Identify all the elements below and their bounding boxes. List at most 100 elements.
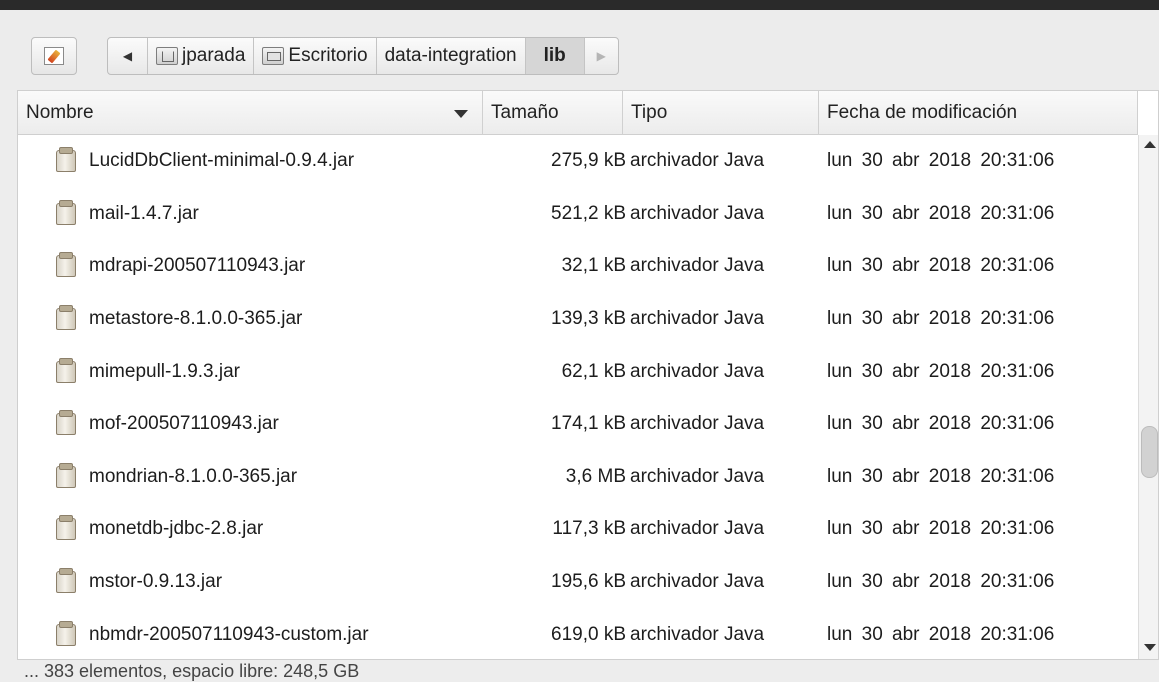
breadcrumb-label: jparada — [182, 45, 246, 66]
breadcrumb: ◀ jparada Escritorio data-integration li… — [107, 37, 619, 75]
column-header-name[interactable]: Nombre — [18, 91, 483, 135]
file-name: mimepull-1.9.3.jar — [89, 360, 240, 382]
file-name-cell: nbmdr-200507110943-custom.jar — [56, 608, 369, 659]
column-header-label: Tamaño — [491, 102, 559, 123]
file-modified: lun 30 abr 2018 20:31:06 — [827, 518, 1055, 540]
triangle-right-icon: ▶ — [596, 49, 606, 63]
jar-file-icon — [56, 568, 76, 594]
file-modified: lun 30 abr 2018 20:31:06 — [827, 255, 1055, 277]
file-list-view: Nombre Tamaño Tipo Fecha de modificación… — [17, 90, 1159, 660]
file-rows: LucidDbClient-minimal-0.9.4.jar 275,9 kB… — [18, 135, 1138, 659]
breadcrumb-label: data-integration — [384, 45, 517, 66]
home-folder-icon — [156, 47, 178, 65]
file-type: archivador Java — [630, 571, 765, 593]
file-size: 619,0 kB — [551, 623, 626, 645]
file-name: mail-1.4.7.jar — [89, 202, 199, 224]
breadcrumb-item-jparada[interactable]: jparada — [148, 38, 255, 74]
file-size: 195,6 kB — [551, 571, 626, 593]
file-name-cell: monetdb-jdbc-2.8.jar — [56, 503, 263, 556]
file-modified: lun 30 abr 2018 20:31:06 — [827, 202, 1055, 224]
file-type: archivador Java — [630, 255, 765, 277]
table-row[interactable]: mondrian-8.1.0.0-365.jar 3,6 MB archivad… — [18, 451, 1138, 504]
file-type: archivador Java — [630, 413, 765, 435]
file-name-cell: mdrapi-200507110943.jar — [56, 240, 305, 293]
column-header-row: Nombre Tamaño Tipo Fecha de modificación — [18, 91, 1138, 135]
jar-file-icon — [56, 305, 76, 331]
file-type: archivador Java — [630, 465, 765, 487]
file-name-cell: mof-200507110943.jar — [56, 398, 279, 451]
location-toolbar: ◀ jparada Escritorio data-integration li… — [0, 10, 1159, 90]
column-header-modified[interactable]: Fecha de modificación — [819, 91, 1138, 135]
scrollbar-thumb[interactable] — [1141, 426, 1158, 478]
file-modified: lun 30 abr 2018 20:31:06 — [827, 308, 1055, 330]
file-name-cell: mail-1.4.7.jar — [56, 188, 199, 241]
file-name: mstor-0.9.13.jar — [89, 571, 223, 593]
file-name: monetdb-jdbc-2.8.jar — [89, 518, 264, 540]
file-type: archivador Java — [630, 518, 765, 540]
column-header-label: Tipo — [631, 102, 668, 123]
file-size: 139,3 kB — [551, 308, 626, 330]
file-name-cell: mstor-0.9.13.jar — [56, 556, 222, 609]
file-name-cell: mimepull-1.9.3.jar — [56, 345, 240, 398]
file-modified: lun 30 abr 2018 20:31:06 — [827, 150, 1055, 172]
pencil-icon — [44, 47, 64, 65]
triangle-left-icon: ◀ — [122, 49, 133, 63]
file-size: 32,1 kB — [561, 255, 626, 277]
jar-file-icon — [56, 252, 76, 278]
status-bar-text: ... 383 elementos, espacio libre: 248,5 … — [24, 661, 360, 681]
breadcrumb-item-lib[interactable]: lib — [525, 38, 585, 74]
scroll-down-arrow-icon[interactable] — [1144, 644, 1156, 651]
column-header-type[interactable]: Tipo — [623, 91, 819, 135]
scroll-up-arrow-icon[interactable] — [1144, 141, 1156, 148]
breadcrumb-item-data-integration[interactable]: data-integration — [377, 38, 526, 74]
edit-location-button[interactable] — [31, 37, 77, 75]
file-name: LucidDbClient-minimal-0.9.4.jar — [89, 150, 355, 172]
file-modified: lun 30 abr 2018 20:31:06 — [827, 360, 1055, 382]
file-type: archivador Java — [630, 308, 765, 330]
jar-file-icon — [56, 462, 76, 488]
file-size: 174,1 kB — [551, 413, 626, 435]
table-row[interactable]: LucidDbClient-minimal-0.9.4.jar 275,9 kB… — [18, 135, 1138, 188]
breadcrumb-back-button[interactable]: ◀ — [108, 38, 148, 74]
jar-file-icon — [56, 410, 76, 436]
file-type: archivador Java — [630, 150, 765, 172]
file-name: metastore-8.1.0.0-365.jar — [89, 308, 303, 330]
window-top-edge — [0, 0, 1159, 10]
column-header-size[interactable]: Tamaño — [483, 91, 623, 135]
file-name-cell: LucidDbClient-minimal-0.9.4.jar — [56, 135, 354, 188]
file-name: nbmdr-200507110943-custom.jar — [89, 623, 369, 645]
column-header-label: Fecha de modificación — [827, 102, 1018, 123]
column-header-label: Nombre — [26, 102, 94, 123]
table-row[interactable]: monetdb-jdbc-2.8.jar 117,3 kB archivador… — [18, 503, 1138, 556]
vertical-scrollbar[interactable] — [1138, 135, 1158, 659]
jar-file-icon — [56, 515, 76, 541]
breadcrumb-item-escritorio[interactable]: Escritorio — [254, 38, 377, 74]
file-size: 275,9 kB — [551, 150, 626, 172]
file-name: mdrapi-200507110943.jar — [89, 255, 306, 277]
file-size: 62,1 kB — [561, 360, 626, 382]
file-modified: lun 30 abr 2018 20:31:06 — [827, 623, 1055, 645]
file-type: archivador Java — [630, 623, 765, 645]
file-size: 117,3 kB — [552, 518, 626, 540]
table-row[interactable]: metastore-8.1.0.0-365.jar 139,3 kB archi… — [18, 293, 1138, 346]
table-row[interactable]: mstor-0.9.13.jar 195,6 kB archivador Jav… — [18, 556, 1138, 609]
table-row[interactable]: mdrapi-200507110943.jar 32,1 kB archivad… — [18, 240, 1138, 293]
file-modified: lun 30 abr 2018 20:31:06 — [827, 571, 1055, 593]
sort-descending-icon — [454, 110, 468, 118]
breadcrumb-forward-button[interactable]: ▶ — [585, 38, 618, 74]
breadcrumb-label: lib — [543, 45, 566, 66]
table-row[interactable]: nbmdr-200507110943-custom.jar 619,0 kB a… — [18, 608, 1138, 659]
breadcrumb-label: Escritorio — [288, 45, 368, 66]
table-row[interactable]: mimepull-1.9.3.jar 62,1 kB archivador Ja… — [18, 345, 1138, 398]
file-name-cell: mondrian-8.1.0.0-365.jar — [56, 451, 297, 504]
jar-file-icon — [56, 357, 76, 383]
file-name: mondrian-8.1.0.0-365.jar — [89, 465, 298, 487]
jar-file-icon — [56, 199, 76, 225]
jar-file-icon — [56, 147, 76, 173]
file-modified: lun 30 abr 2018 20:31:06 — [827, 465, 1055, 487]
file-name: mof-200507110943.jar — [89, 413, 279, 435]
table-row[interactable]: mail-1.4.7.jar 521,2 kB archivador Java … — [18, 188, 1138, 241]
file-name-cell: metastore-8.1.0.0-365.jar — [56, 293, 302, 346]
table-row[interactable]: mof-200507110943.jar 174,1 kB archivador… — [18, 398, 1138, 451]
file-modified: lun 30 abr 2018 20:31:06 — [827, 413, 1055, 435]
